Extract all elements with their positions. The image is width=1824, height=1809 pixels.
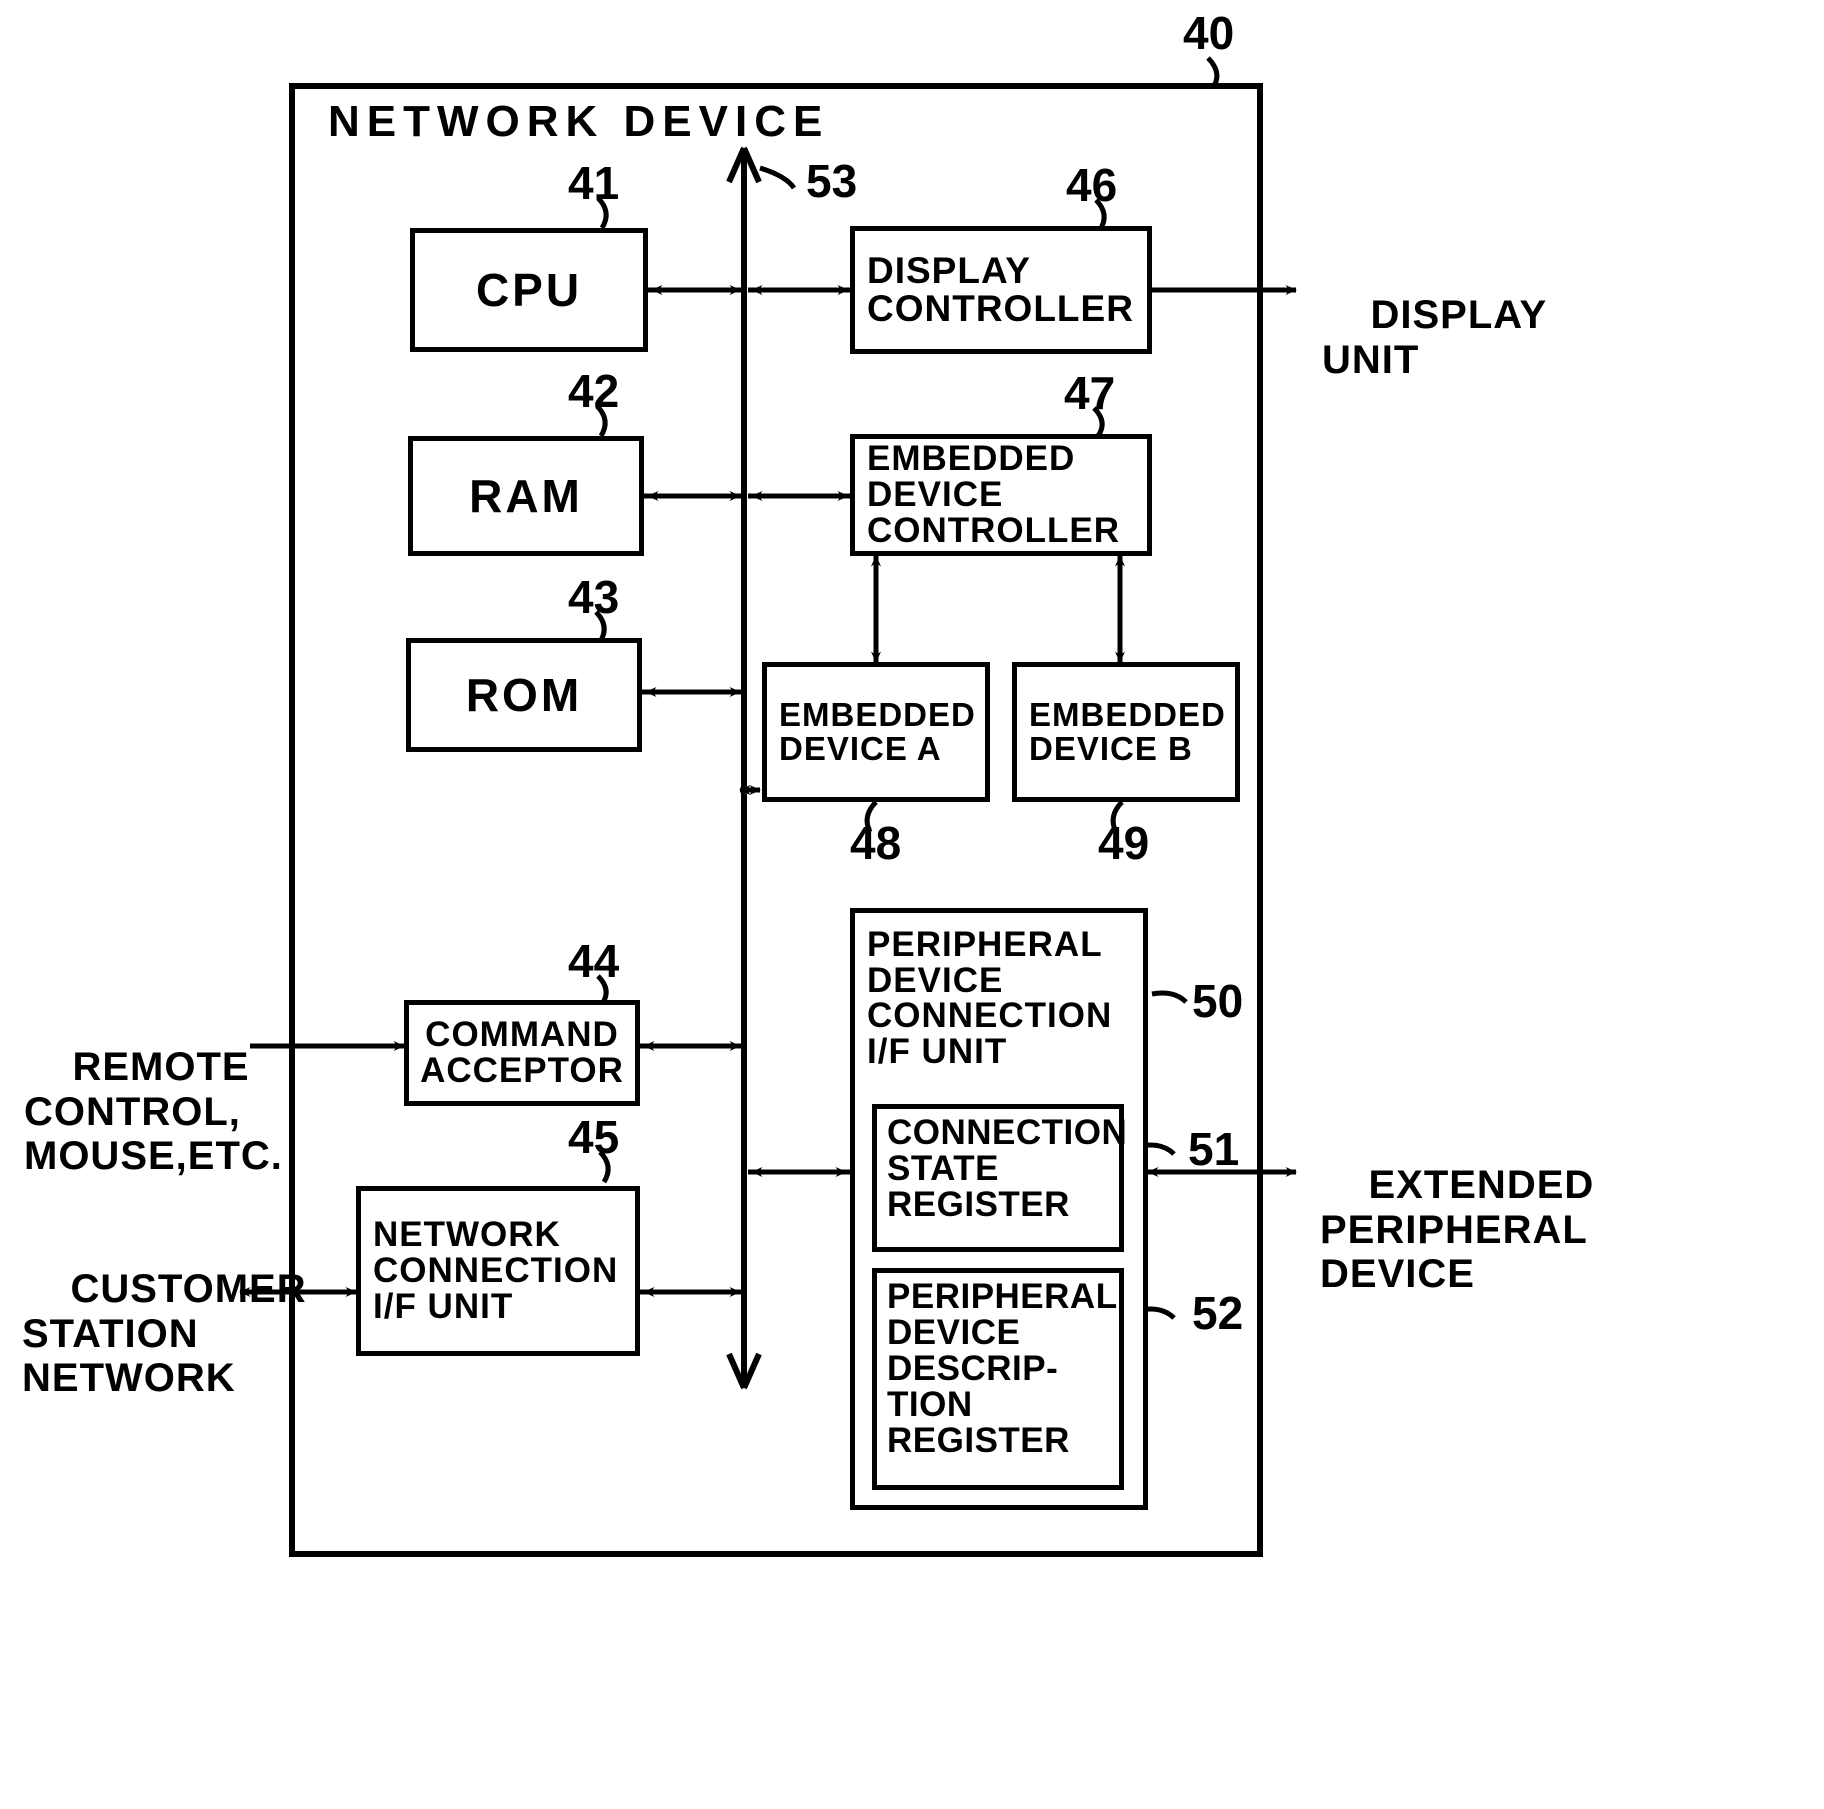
- block-cpu-label: CPU: [475, 263, 583, 316]
- external-label-extended-peripheral-device-text: EXTENDED PERIPHERAL DEVICE: [1320, 1162, 1595, 1297]
- external-label-customer-network: CUSTOMER STATION NETWORK: [22, 1222, 307, 1446]
- block-peripheral-if-unit-label: PERIPHERAL DEVICE CONNECTION I/F UNIT: [867, 925, 1113, 1072]
- block-network-if-label: NETWORK CONNECTION I/F UNIT: [373, 1215, 619, 1326]
- block-command-acceptor-label: COMMAND ACCEPTOR: [420, 1015, 624, 1090]
- block-peripheral-description-register[interactable]: PERIPHERAL DEVICE DESCRIP- TION REGISTER: [872, 1268, 1124, 1490]
- block-embedded-device-a[interactable]: EMBEDDED DEVICE A: [762, 662, 990, 802]
- ref-43: 43: [568, 571, 620, 623]
- ref-44: 44: [568, 935, 620, 987]
- block-network-if[interactable]: NETWORK CONNECTION I/F UNIT: [356, 1186, 640, 1356]
- external-label-display-unit: DISPLAY UNIT: [1322, 248, 1547, 427]
- ref-45: 45: [568, 1111, 620, 1163]
- ref-48: 48: [850, 817, 902, 869]
- external-label-display-unit-text: DISPLAY UNIT: [1322, 292, 1548, 382]
- external-label-remote-control-text: REMOTE CONTROL, MOUSE,ETC.: [24, 1044, 283, 1179]
- block-embedded-device-a-label: EMBEDDED DEVICE A: [779, 696, 976, 767]
- block-display-controller-label: DISPLAY CONTROLLER: [867, 250, 1134, 329]
- ref-53: 53: [806, 155, 858, 207]
- block-display-controller[interactable]: DISPLAY CONTROLLER: [850, 226, 1152, 354]
- ref-41: 41: [568, 157, 620, 209]
- ref-50: 50: [1192, 975, 1244, 1027]
- ref-52: 52: [1192, 1287, 1244, 1339]
- block-rom[interactable]: ROM: [406, 638, 642, 752]
- external-label-remote-control: REMOTE CONTROL, MOUSE,ETC.: [24, 1000, 283, 1224]
- block-embedded-device-controller[interactable]: EMBEDDED DEVICE CONTROLLER: [850, 434, 1152, 556]
- block-embedded-device-controller-label: EMBEDDED DEVICE CONTROLLER: [867, 439, 1121, 550]
- block-connection-state-register[interactable]: CONNECTION STATE REGISTER: [872, 1104, 1128, 1252]
- block-connection-state-register-label: CONNECTION STATE REGISTER: [887, 1113, 1128, 1225]
- figure-canvas: NETWORK DEVICE 40 41 42 43 44 45 46 47 4…: [0, 0, 1824, 1809]
- block-ram[interactable]: RAM: [408, 436, 644, 556]
- ref-46: 46: [1066, 159, 1118, 211]
- block-command-acceptor[interactable]: COMMAND ACCEPTOR: [404, 1000, 640, 1106]
- ref-42: 42: [568, 365, 620, 417]
- block-embedded-device-b-label: EMBEDDED DEVICE B: [1029, 696, 1226, 767]
- block-embedded-device-b[interactable]: EMBEDDED DEVICE B: [1012, 662, 1240, 802]
- block-ram-label: RAM: [469, 469, 583, 522]
- block-cpu[interactable]: CPU: [410, 228, 648, 352]
- external-label-customer-network-text: CUSTOMER STATION NETWORK: [22, 1266, 307, 1401]
- page-title: NETWORK DEVICE: [328, 97, 830, 146]
- ref-47: 47: [1064, 367, 1116, 419]
- ref-51: 51: [1188, 1123, 1240, 1175]
- ref-49: 49: [1098, 817, 1150, 869]
- block-peripheral-description-register-label: PERIPHERAL DEVICE DESCRIP- TION REGISTER: [887, 1277, 1118, 1461]
- ref-40: 40: [1183, 7, 1235, 59]
- block-rom-label: ROM: [465, 668, 583, 721]
- external-label-extended-peripheral-device: EXTENDED PERIPHERAL DEVICE: [1320, 1118, 1594, 1342]
